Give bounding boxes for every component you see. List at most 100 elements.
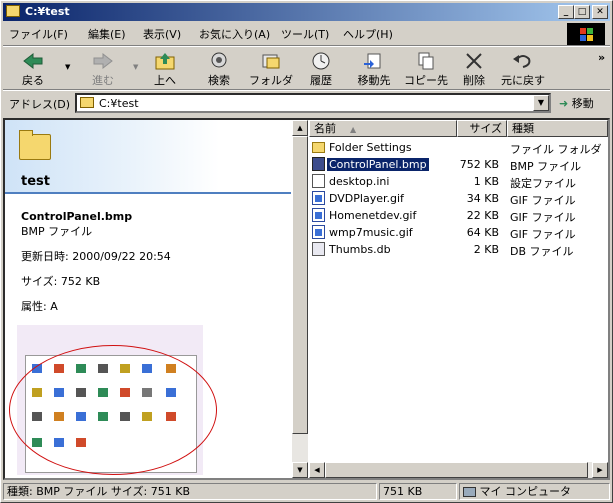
ini-icon xyxy=(312,174,325,188)
gif-icon xyxy=(312,191,325,205)
search-icon xyxy=(207,51,231,71)
list-item[interactable]: desktop.ini 1 KB 設定ファイル xyxy=(309,173,608,190)
minimize-button[interactable]: _ xyxy=(558,5,574,19)
toolbar-chevron-icon[interactable]: » xyxy=(598,51,605,64)
up-button[interactable]: 上へ xyxy=(148,51,182,87)
folders-icon xyxy=(259,51,283,71)
folder-icon xyxy=(312,142,325,153)
search-button[interactable]: 検索 xyxy=(199,51,239,87)
red-highlight-circle xyxy=(9,345,217,475)
window-title: C:¥test xyxy=(25,5,70,18)
list-item[interactable]: Homenetdev.gif 22 KB GIF ファイル xyxy=(309,207,608,224)
db-icon xyxy=(312,242,325,256)
close-button[interactable]: ✕ xyxy=(592,5,608,19)
folders-label: フォルダ xyxy=(249,74,293,87)
maximize-button[interactable]: □ xyxy=(574,5,590,19)
file-attributes: 属性: A xyxy=(21,300,58,313)
sort-ascending-icon: ▲ xyxy=(350,125,357,134)
history-button[interactable]: 履歴 xyxy=(303,51,339,87)
folder-icon xyxy=(6,5,20,17)
undo-button[interactable]: 元に戻す xyxy=(499,51,547,87)
folders-button[interactable]: フォルダ xyxy=(248,51,294,87)
scroll-down-arrow-icon[interactable]: ▼ xyxy=(292,462,308,478)
go-arrow-icon: ➜ xyxy=(559,97,569,110)
scrollbar-thumb[interactable] xyxy=(292,136,308,434)
menu-bar: ファイル(F) 編集(E) 表示(V) お気に入り(A) ツール(T) ヘルプ(… xyxy=(3,23,563,43)
history-clock-icon xyxy=(309,51,333,71)
menu-favorites[interactable]: お気に入り(A) xyxy=(199,26,270,42)
history-label: 履歴 xyxy=(310,74,332,87)
delete-button[interactable]: 削除 xyxy=(459,51,489,87)
go-button[interactable]: ➜ 移動 xyxy=(559,95,594,111)
delete-x-icon xyxy=(462,51,486,71)
scroll-right-arrow-icon[interactable]: ▶ xyxy=(592,462,608,478)
webview-header: test xyxy=(5,120,291,192)
status-main: 種類: BMP ファイル サイズ: 751 KB xyxy=(3,483,377,500)
file-list: 名前 ▲ サイズ 種類 Folder Settings ファイル フォルダ Co… xyxy=(309,120,608,478)
content-area: test ControlPanel.bmp BMP ファイル 更新日時: 200… xyxy=(3,118,610,480)
address-bar: アドレス(D) C:¥test ▼ ➜ 移動 xyxy=(3,91,610,115)
forward-button[interactable]: 進む xyxy=(79,51,127,87)
header-divider xyxy=(5,192,291,194)
file-size: サイズ: 752 KB xyxy=(21,275,101,288)
scroll-up-arrow-icon[interactable]: ▲ xyxy=(292,120,308,136)
horizontal-scrollbar-thumb[interactable] xyxy=(325,462,588,478)
up-label: 上へ xyxy=(154,74,176,87)
menu-view[interactable]: 表示(V) xyxy=(143,26,181,42)
up-folder-icon xyxy=(153,51,177,71)
list-item[interactable]: Thumbs.db 2 KB DB ファイル xyxy=(309,241,608,258)
undo-label: 元に戻す xyxy=(501,74,545,87)
address-value: C:¥test xyxy=(99,97,139,110)
folder-icon xyxy=(80,97,94,108)
selected-file-name: ControlPanel.bmp xyxy=(21,210,133,223)
scroll-left-arrow-icon[interactable]: ◀ xyxy=(309,462,325,478)
menu-help[interactable]: ヘルプ(H) xyxy=(343,26,393,42)
forward-label: 進む xyxy=(92,74,114,87)
status-size: 751 KB xyxy=(379,483,457,500)
search-label: 検索 xyxy=(208,74,230,87)
go-label: 移動 xyxy=(571,97,594,110)
folder-title: test xyxy=(21,174,50,189)
list-item[interactable]: DVDPlayer.gif 34 KB GIF ファイル xyxy=(309,190,608,207)
address-dropdown-button[interactable]: ▼ xyxy=(533,95,549,111)
menu-edit[interactable]: 編集(E) xyxy=(88,26,126,42)
folder-icon xyxy=(19,130,51,160)
list-item[interactable]: Folder Settings ファイル フォルダ xyxy=(309,139,608,156)
column-header-type[interactable]: 種類 xyxy=(507,120,608,137)
address-label: アドレス(D) xyxy=(9,98,71,111)
explorer-window: C:¥test _ □ ✕ ファイル(F) 編集(E) 表示(V) お気に入り(… xyxy=(0,0,613,503)
column-header-size[interactable]: サイズ xyxy=(457,120,507,137)
title-bar[interactable]: C:¥test _ □ ✕ xyxy=(3,3,610,21)
status-zone: マイ コンピュータ xyxy=(459,483,610,500)
gif-icon xyxy=(312,225,325,239)
copy-to-label: コピー先 xyxy=(404,74,448,87)
back-label: 戻る xyxy=(22,74,44,87)
horizontal-scrollbar[interactable]: ◀ ▶ xyxy=(309,462,608,478)
selected-file-type: BMP ファイル xyxy=(21,225,93,238)
left-vertical-scrollbar[interactable]: ▲ ▼ xyxy=(292,120,308,478)
menu-file[interactable]: ファイル(F) xyxy=(9,26,68,42)
delete-label: 削除 xyxy=(463,74,485,87)
back-arrow-icon xyxy=(21,51,45,71)
copy-to-button[interactable]: コピー先 xyxy=(403,51,449,87)
back-dropdown-icon[interactable]: ▼ xyxy=(65,63,70,71)
move-to-button[interactable]: 移動先 xyxy=(353,51,395,87)
modified-date: 更新日時: 2000/09/22 20:54 xyxy=(21,250,171,263)
copy-to-icon xyxy=(414,51,438,71)
status-bar: 種類: BMP ファイル サイズ: 751 KB 751 KB マイ コンピュー… xyxy=(3,482,610,501)
list-item[interactable]: wmp7music.gif 64 KB GIF ファイル xyxy=(309,224,608,241)
bmp-icon xyxy=(312,157,325,171)
forward-arrow-icon xyxy=(91,51,115,71)
move-to-icon xyxy=(362,51,386,71)
list-item-selected[interactable]: ControlPanel.bmp 752 KB BMP ファイル xyxy=(309,156,608,173)
forward-dropdown-icon[interactable]: ▼ xyxy=(133,63,138,71)
menu-separator xyxy=(3,45,610,47)
my-computer-icon xyxy=(463,487,476,497)
address-input[interactable]: C:¥test ▼ xyxy=(75,93,551,113)
toolbar: 戻る ▼ 進む ▼ 上へ 検索 フォルダ 履歴 移動先 コピー先 削除 元に戻す… xyxy=(3,49,610,89)
back-button[interactable]: 戻る xyxy=(9,51,57,87)
menu-tools[interactable]: ツール(T) xyxy=(281,26,329,42)
windows-logo-icon xyxy=(567,23,605,45)
webview-panel: test ControlPanel.bmp BMP ファイル 更新日時: 200… xyxy=(5,120,291,478)
column-header-name[interactable]: 名前 ▲ xyxy=(309,120,457,137)
